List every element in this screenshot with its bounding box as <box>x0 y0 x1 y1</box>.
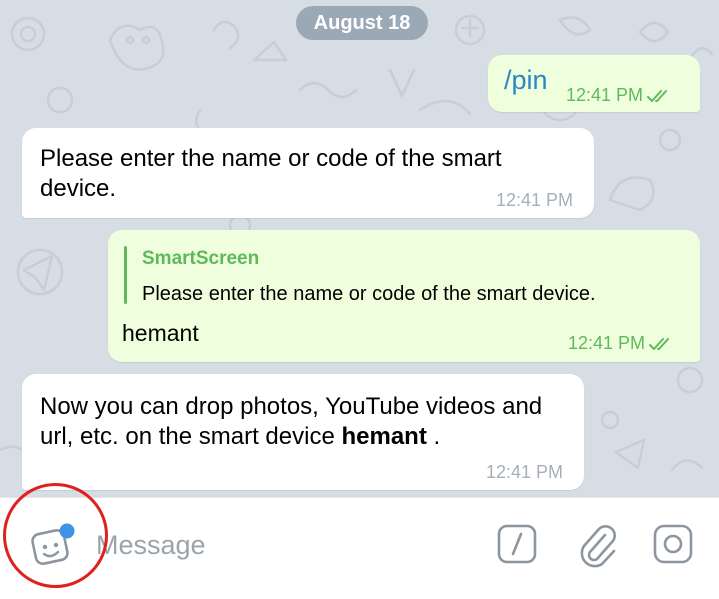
outgoing-message[interactable]: /pin 12:41 PM <box>488 55 700 112</box>
message-time: 12:41 PM <box>566 85 673 106</box>
message-time: 12:41 PM <box>486 462 564 482</box>
incoming-message[interactable]: Now you can drop photos, YouTube videos … <box>22 374 584 490</box>
message-text: hemant <box>122 320 199 346</box>
outgoing-reply-message[interactable]: SmartScreen Please enter the name or cod… <box>108 230 700 362</box>
message-text: Now you can drop photos, YouTube videos … <box>40 392 580 452</box>
message-time: 12:41 PM <box>496 190 574 210</box>
message-input-bar <box>0 497 719 599</box>
device-name-bold: hemant <box>341 423 427 450</box>
message-text-part: Now you can drop photos, YouTube videos … <box>40 393 543 450</box>
bot-command-icon <box>497 524 537 564</box>
attach-button[interactable] <box>574 520 620 568</box>
sticker-button[interactable] <box>30 522 76 568</box>
double-check-icon <box>647 90 668 103</box>
date-separator: August 18 <box>296 6 428 40</box>
message-input[interactable] <box>96 525 476 565</box>
reply-quote-bar <box>124 246 127 304</box>
sticker-icon <box>31 523 75 565</box>
message-time: 12:41 PM <box>568 333 675 354</box>
double-check-icon <box>649 338 670 351</box>
camera-icon <box>653 524 693 564</box>
incoming-message[interactable]: Please enter the name or code of the sma… <box>22 128 594 218</box>
paperclip-icon <box>580 525 616 568</box>
reply-quoted-text[interactable]: Please enter the name or code of the sma… <box>142 283 596 306</box>
bot-command-text[interactable]: /pin <box>504 65 548 96</box>
bot-command-button[interactable] <box>496 523 538 565</box>
reply-sender-name[interactable]: SmartScreen <box>142 248 259 270</box>
message-time-label: 12:41 PM <box>568 333 646 353</box>
message-text-part: . <box>426 423 441 450</box>
message-time-label: 12:41 PM <box>566 85 644 105</box>
chat-area[interactable]: August 18 /pin 12:41 PM Please enter the… <box>0 0 719 497</box>
camera-button[interactable] <box>652 523 694 565</box>
